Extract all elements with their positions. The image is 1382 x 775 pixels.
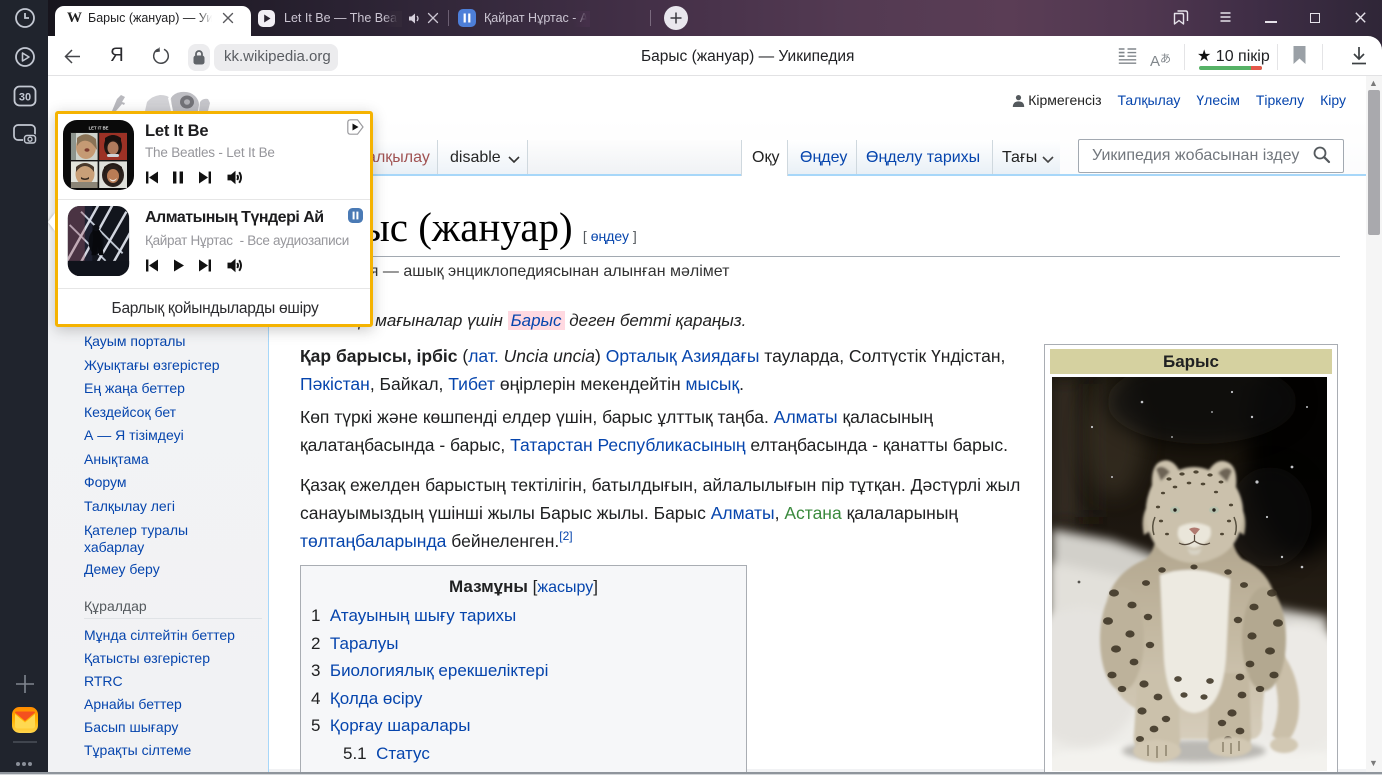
svg-text:LET IT BE: LET IT BE — [89, 126, 109, 131]
svg-text:30: 30 — [19, 92, 31, 104]
